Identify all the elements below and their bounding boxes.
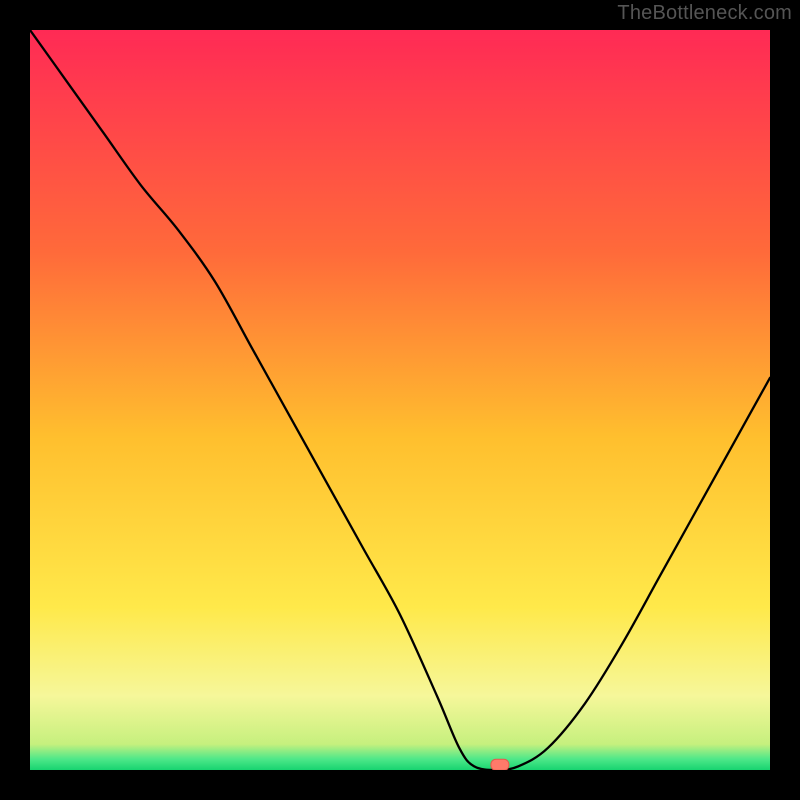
bottleneck-chart (30, 30, 770, 770)
outer-frame: TheBottleneck.com (0, 0, 800, 800)
chart-background-gradient (30, 30, 770, 770)
plot-area (30, 30, 770, 770)
optimal-point-marker (491, 759, 509, 770)
watermark-text: TheBottleneck.com (617, 2, 792, 25)
